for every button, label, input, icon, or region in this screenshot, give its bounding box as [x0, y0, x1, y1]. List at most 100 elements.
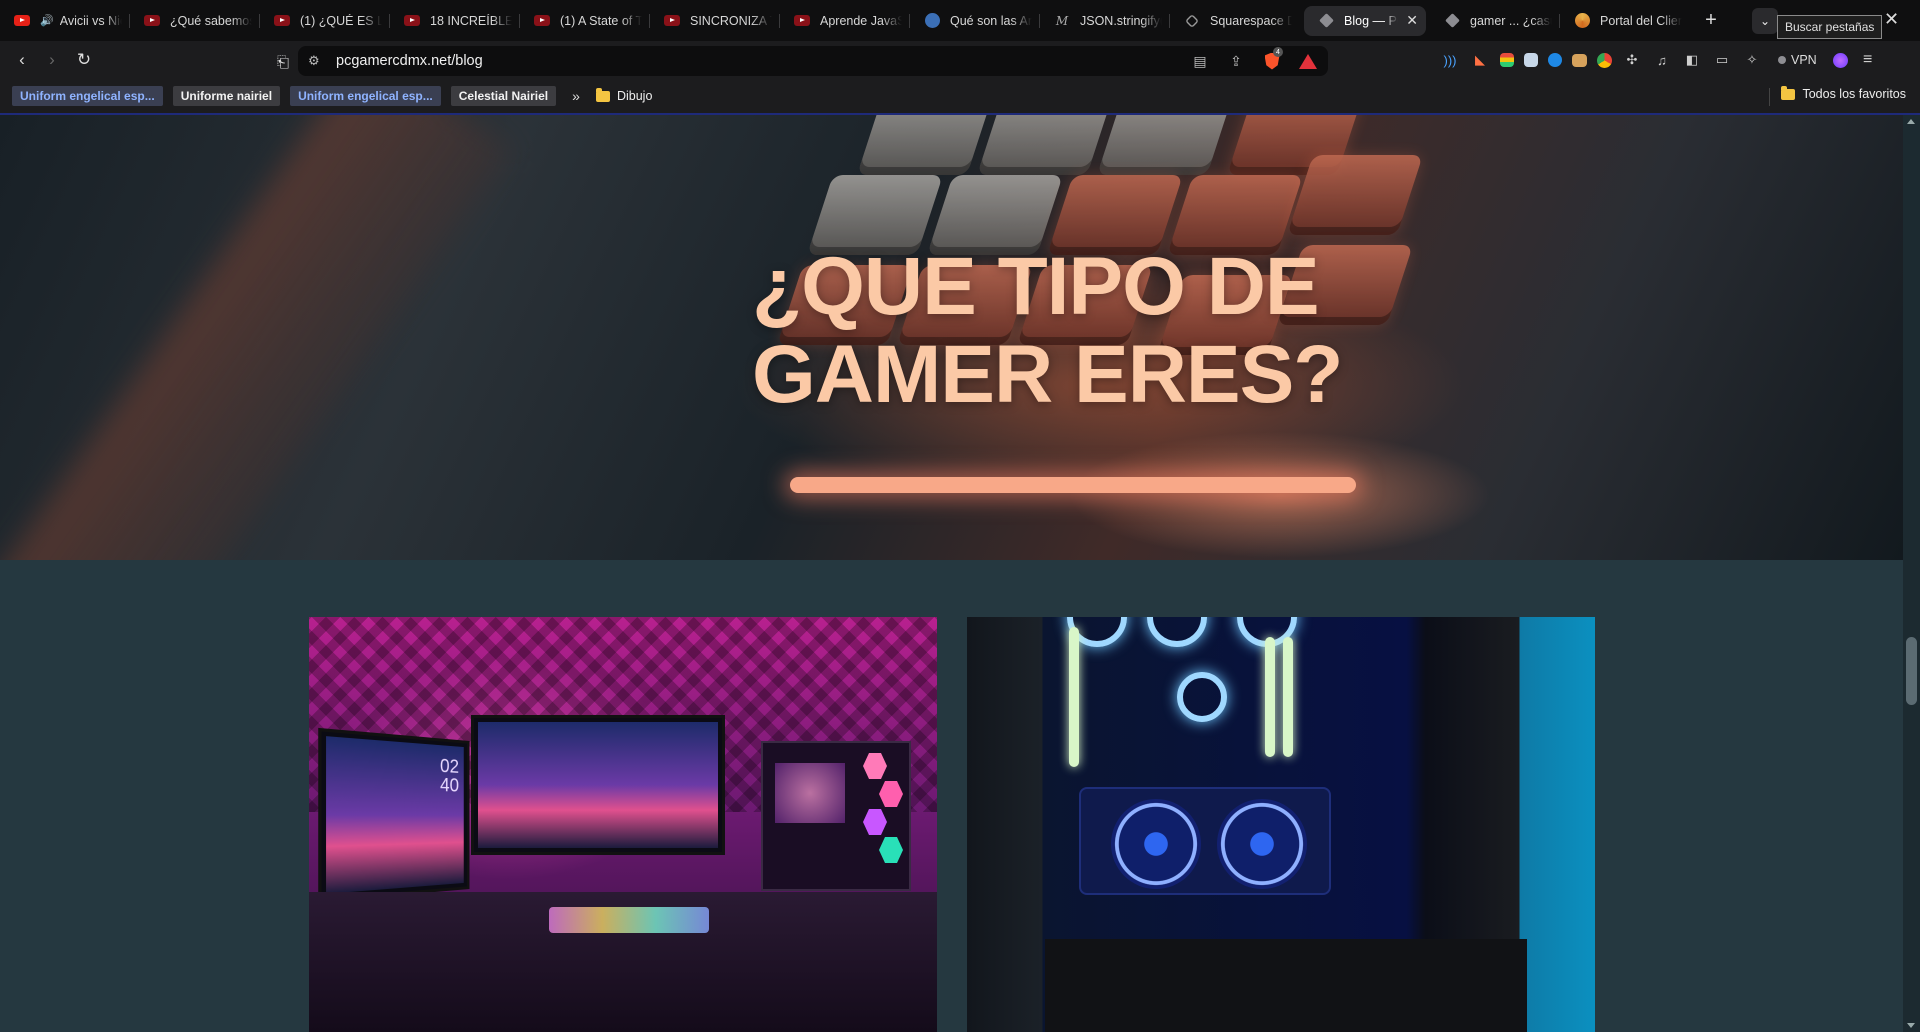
wallet-icon[interactable]: ▭ — [1712, 50, 1732, 70]
extension-icon[interactable] — [1524, 53, 1538, 67]
clock-display: 02 40 — [440, 757, 459, 796]
bookmark-item[interactable]: Celestial Nairiel — [451, 86, 556, 106]
vpn-button[interactable]: VPN — [1772, 50, 1823, 70]
browser-toolbar: ‹ › ↻ ⎗ ⚙ pcgamercdmx.net/blog ▤ ⇪ 4 )))… — [0, 41, 1920, 79]
tab-title: Qué son las Animaciones — [950, 14, 1032, 28]
tab-title: ¿Qué sabemos — [170, 14, 252, 28]
cube-icon — [1444, 13, 1460, 29]
brave-rewards-icon[interactable] — [1298, 51, 1318, 71]
arrow-left-icon: ‹ — [19, 50, 25, 70]
scroll-thumb[interactable] — [1906, 637, 1917, 705]
tab[interactable]: 🔊 Avicii vs Nicky Romero — [0, 6, 130, 36]
bookmark-folder-dibujo[interactable]: Dibujo — [596, 89, 652, 103]
portal-icon — [1574, 13, 1590, 29]
sidebar-icon[interactable]: ◧ — [1682, 50, 1702, 70]
address-bar-actions: ▤ ⇪ 4 — [1190, 51, 1318, 71]
tab[interactable]: (1) A State of Trance — [520, 6, 650, 36]
page-scrollbar[interactable] — [1903, 115, 1920, 1032]
forward-button[interactable]: › — [37, 45, 67, 75]
share-icon[interactable]: ⇪ — [1226, 51, 1246, 71]
youtube-icon — [534, 13, 550, 29]
profile-avatar-icon[interactable] — [1833, 53, 1848, 68]
tab[interactable]: Aprende JavaScript — [780, 6, 910, 36]
clock-minute: 40 — [440, 775, 459, 796]
close-tab-icon[interactable]: ✕ — [1406, 12, 1418, 29]
puzzle-icon[interactable]: ✣ — [1622, 50, 1642, 70]
window-close-button[interactable]: ✕ — [1884, 9, 1899, 30]
scroll-up-icon[interactable] — [1907, 119, 1915, 124]
folder-icon — [1781, 89, 1795, 100]
tab[interactable]: Portal del Cliente — [1560, 6, 1690, 36]
hero-banner: ¿QUE TIPO DE GAMER ERES? — [0, 115, 1903, 560]
music-icon[interactable]: ♫ — [1652, 50, 1672, 70]
reload-button[interactable]: ↻ — [69, 45, 99, 75]
tab-active[interactable]: Blog — PC Gamer ✕ — [1304, 6, 1426, 36]
reader-mode-icon[interactable]: ▤ — [1190, 51, 1210, 71]
cube-icon — [1318, 13, 1334, 29]
tab[interactable]: ¿Qué sabemos — [130, 6, 260, 36]
back-button[interactable]: ‹ — [7, 45, 37, 75]
extension-icon[interactable] — [1548, 53, 1562, 67]
cpu-ring — [1177, 672, 1227, 722]
bookmark-item[interactable]: Uniform engelical esp... — [290, 86, 441, 106]
tab-title: Aprende JavaScript — [820, 14, 902, 28]
tab-strip: 🔊 Avicii vs Nicky Romero ¿Qué sabemos (1… — [0, 0, 1920, 41]
divider — [1769, 88, 1770, 106]
audio-icon[interactable]: 🔊 — [40, 14, 54, 27]
brave-shields-icon[interactable]: 4 — [1262, 51, 1282, 71]
shields-count: 4 — [1273, 47, 1283, 57]
vpn-label: VPN — [1791, 53, 1817, 67]
new-tab-button[interactable]: + — [1696, 6, 1726, 36]
owl-icon — [924, 13, 940, 29]
gpu-fan — [1217, 799, 1307, 889]
extension-icon[interactable]: ◣ — [1470, 50, 1490, 70]
tab[interactable]: Qué son las Animaciones — [910, 6, 1040, 36]
folder-label: Todos los favoritos — [1802, 87, 1906, 101]
url-text[interactable]: pcgamercdmx.net/blog — [336, 53, 483, 69]
squarespace-icon — [1184, 13, 1200, 29]
blog-post-image-pc-build[interactable] — [967, 617, 1595, 1032]
tab[interactable]: 18 INCREÍBLES — [390, 6, 520, 36]
address-bar[interactable]: ⚙ pcgamercdmx.net/blog ▤ ⇪ 4 — [298, 46, 1328, 76]
bookmark-button[interactable]: ⎗ — [268, 47, 298, 77]
page-viewport: ¿QUE TIPO DE GAMER ERES? 02 40 — [0, 115, 1920, 1032]
more-bookmarks-button[interactable]: » — [566, 88, 586, 104]
extension-icon[interactable] — [1500, 53, 1514, 67]
tab[interactable]: Squarespace Design — [1170, 6, 1300, 36]
tab[interactable]: (1) ¿QUÉ ES LA — [260, 6, 390, 36]
tab-title: SINCRONIZA TU — [690, 14, 772, 28]
menu-icon[interactable]: ≡ — [1858, 50, 1878, 70]
tab-title: gamer ... ¿casual — [1470, 14, 1552, 28]
fan-ring — [1147, 617, 1207, 647]
ram-stick — [1283, 637, 1293, 757]
youtube-icon — [274, 13, 290, 29]
coolant-tube — [1069, 627, 1079, 767]
extensions-row: ))) ◣ ✣ ♫ ◧ ▭ ✧ VPN ≡ — [1440, 50, 1878, 70]
tab-title: Portal del Cliente — [1600, 14, 1682, 28]
wallet-extension-icon[interactable]: ))) — [1440, 50, 1460, 70]
youtube-icon — [144, 13, 160, 29]
bookmark-item[interactable]: Uniforme nairiel — [173, 86, 280, 106]
monitor-left: 02 40 — [318, 728, 469, 902]
folder-icon — [596, 91, 610, 102]
bookmark-item[interactable]: Uniform engelical esp... — [12, 86, 163, 106]
all-bookmarks-folder[interactable]: Todos los favoritos — [1781, 87, 1906, 101]
extension-icon[interactable] — [1572, 54, 1587, 67]
chrome-extension-icon[interactable] — [1597, 53, 1612, 68]
tab[interactable]: gamer ... ¿casual — [1430, 6, 1560, 36]
tab-title: (1) ¿QUÉ ES LA — [300, 14, 382, 28]
bookmark-icon: ⎗ — [277, 54, 289, 71]
tab[interactable]: M JSON.stringify() — [1040, 6, 1170, 36]
arrow-right-icon: › — [49, 50, 55, 70]
leo-ai-icon[interactable]: ✧ — [1742, 50, 1762, 70]
youtube-icon — [404, 13, 420, 29]
graphics-card — [1079, 787, 1331, 895]
tab[interactable]: SINCRONIZA TU — [650, 6, 780, 36]
gpu-fan — [1111, 799, 1201, 889]
tab-search-button[interactable]: ⌄ — [1752, 8, 1778, 34]
blog-post-image-gaming-setup[interactable]: 02 40 — [309, 617, 937, 1032]
hero-title: ¿QUE TIPO DE GAMER ERES? — [752, 243, 1342, 419]
scroll-down-icon[interactable] — [1907, 1023, 1915, 1028]
site-settings-icon[interactable]: ⚙ — [308, 53, 324, 69]
case-bottom — [1045, 939, 1527, 1032]
